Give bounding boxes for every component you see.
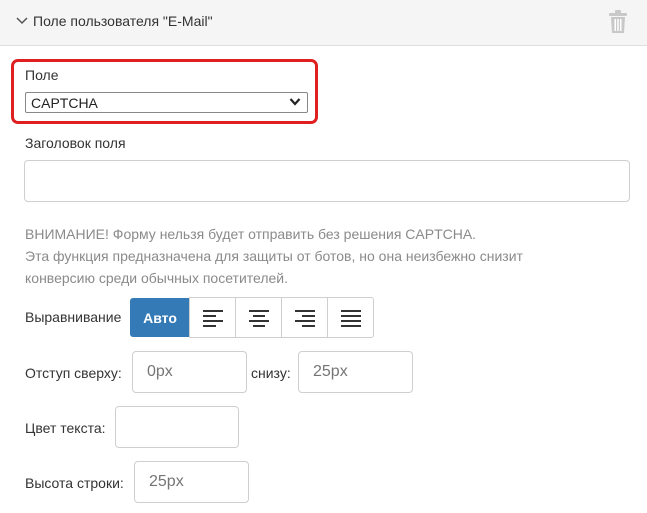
- align-justify-button[interactable]: [327, 297, 374, 338]
- alignment-button-group: Авто: [130, 297, 374, 338]
- align-left-button[interactable]: [189, 297, 236, 338]
- panel-header[interactable]: Поле пользователя "E-Mail": [0, 0, 647, 46]
- field-type-select[interactable]: CAPTCHA: [25, 92, 308, 113]
- padding-top-label: Отступ сверху:: [25, 365, 122, 381]
- align-center-button[interactable]: [235, 297, 282, 338]
- field-title-input[interactable]: [24, 160, 630, 202]
- captcha-warning: ВНИМАНИЕ! Форму нельзя будет отправить б…: [25, 223, 585, 289]
- text-color-input[interactable]: [115, 406, 239, 448]
- warning-line: конверсию среди обычных посетителей.: [25, 270, 289, 286]
- trash-icon[interactable]: [608, 10, 628, 34]
- field-type-value: CAPTCHA: [31, 95, 98, 111]
- align-auto-button[interactable]: Авто: [130, 298, 190, 337]
- padding-bottom-input[interactable]: [298, 351, 413, 393]
- padding-bottom-label: снизу:: [251, 365, 291, 381]
- align-right-icon: [294, 309, 315, 327]
- field-title-label: Заголовок поля: [25, 135, 126, 151]
- align-left-icon: [202, 309, 223, 327]
- panel-title: Поле пользователя "E-Mail": [33, 13, 213, 29]
- chevron-down-icon: [289, 98, 301, 106]
- align-justify-icon: [340, 309, 361, 327]
- alignment-label: Выравнивание: [25, 309, 122, 325]
- chevron-down-icon[interactable]: [15, 14, 29, 28]
- field-type-label: Поле: [25, 67, 59, 83]
- warning-line: Эта функция предназначена для защиты от …: [25, 248, 523, 264]
- line-height-label: Высота строки:: [25, 475, 124, 491]
- warning-line: ВНИМАНИЕ! Форму нельзя будет отправить б…: [25, 226, 477, 242]
- align-right-button[interactable]: [281, 297, 328, 338]
- padding-top-input[interactable]: [132, 351, 247, 393]
- text-color-label: Цвет текста:: [25, 420, 106, 436]
- align-center-icon: [248, 309, 269, 327]
- line-height-input[interactable]: [134, 461, 249, 503]
